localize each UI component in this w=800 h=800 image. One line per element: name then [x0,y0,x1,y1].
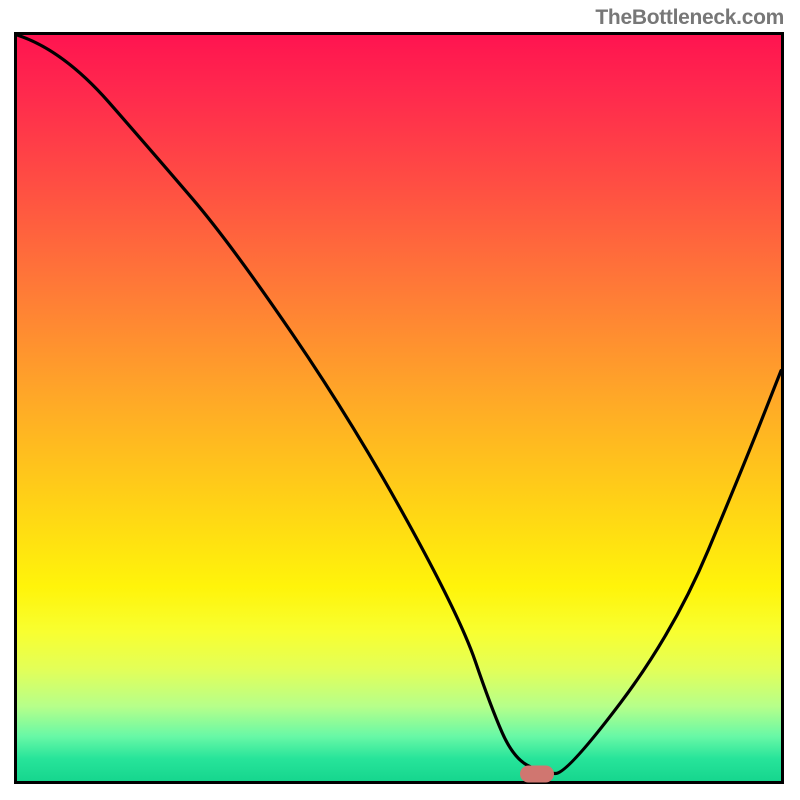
bottleneck-curve [17,35,781,781]
attribution-text: TheBottleneck.com [595,6,784,30]
optimal-point-marker [520,765,554,782]
chart-plot-area [14,32,784,784]
